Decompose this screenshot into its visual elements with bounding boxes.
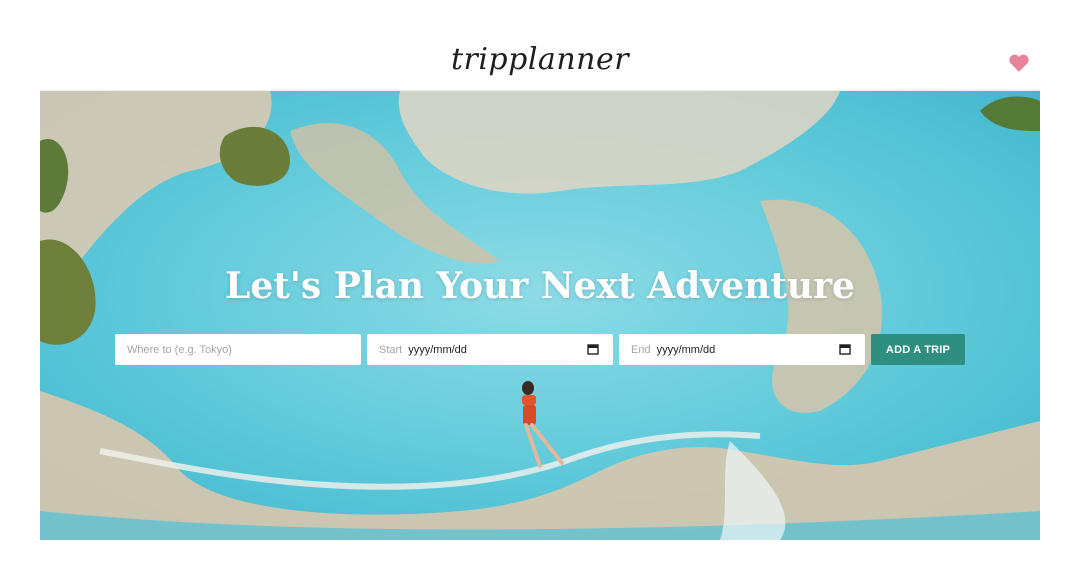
heart-icon[interactable] bbox=[1008, 52, 1030, 74]
end-date-value[interactable]: yyyy/mm/dd bbox=[657, 344, 716, 356]
end-date-label: End bbox=[631, 343, 651, 356]
destination-field[interactable] bbox=[115, 334, 361, 365]
page-frame: tripplanner Let's Plan Your Next Adventu… bbox=[40, 40, 1040, 540]
add-trip-button[interactable]: ADD A TRIP bbox=[871, 334, 965, 365]
calendar-icon[interactable] bbox=[587, 343, 599, 355]
start-date-field[interactable]: Start yyyy/mm/dd bbox=[367, 334, 613, 365]
hero-background-image bbox=[40, 91, 1040, 540]
hero-banner: Let's Plan Your Next Adventure Start yyy… bbox=[40, 91, 1040, 540]
start-date-label: Start bbox=[379, 343, 403, 356]
calendar-icon[interactable] bbox=[839, 343, 851, 355]
tripplanner-logo[interactable]: tripplanner bbox=[40, 42, 1040, 77]
hero-headline: Let's Plan Your Next Adventure bbox=[225, 265, 855, 307]
destination-input[interactable] bbox=[127, 343, 347, 356]
top-header: tripplanner bbox=[40, 40, 1040, 91]
end-date-field[interactable]: End yyyy/mm/dd bbox=[619, 334, 865, 365]
start-date-value[interactable]: yyyy/mm/dd bbox=[408, 344, 467, 356]
